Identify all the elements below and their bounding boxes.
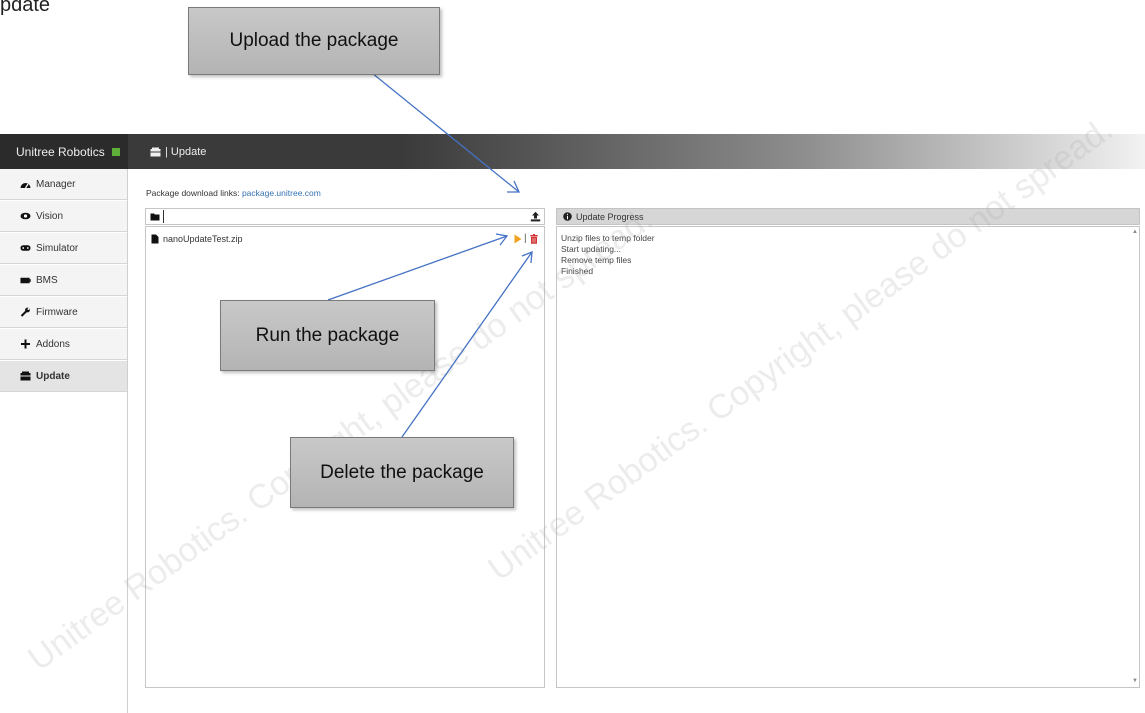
sidebar-item-vision[interactable]: Vision (0, 201, 127, 232)
list-item[interactable]: nanoUpdateTest.zip (151, 234, 243, 244)
file-name: nanoUpdateTest.zip (163, 234, 243, 244)
trash-icon[interactable] (530, 234, 538, 244)
sidebar-item-update[interactable]: Update (0, 361, 127, 392)
sidebar-item-label: Simulator (36, 242, 79, 254)
callout-upload: Upload the package (188, 7, 440, 75)
page-heading-fragment: pdate (0, 0, 51, 16)
update-log: Unzip files to temp folder Start updatin… (561, 233, 655, 277)
log-line: Remove temp files (561, 255, 632, 265)
sidebar-item-simulator[interactable]: Simulator (0, 233, 127, 264)
sidebar-item-label: Firmware (36, 306, 78, 318)
callout-run: Run the package (220, 300, 435, 371)
page-title-text: | Update (165, 145, 207, 158)
sidebar-item-manager[interactable]: Manager (0, 169, 127, 200)
folder-icon (150, 213, 160, 221)
eye-icon (20, 212, 31, 220)
gamepad-icon (20, 245, 31, 251)
sidebar: Manager Vision Simulator BMS Firmware Ad… (0, 169, 128, 713)
update-progress-title: Update Progress (576, 211, 644, 222)
file-icon (151, 234, 159, 244)
wrench-icon (20, 307, 30, 317)
battery-icon (20, 277, 31, 283)
log-line: Finished (561, 266, 594, 276)
sidebar-item-label: Update (36, 370, 70, 382)
update-progress-header: Update Progress (556, 208, 1140, 225)
upload-arrowhead (507, 180, 521, 193)
path-bar (145, 208, 545, 225)
sidebar-item-firmware[interactable]: Firmware (0, 297, 127, 328)
update-progress-panel (556, 226, 1140, 688)
dashboard-icon (20, 182, 31, 188)
package-icon (20, 371, 31, 381)
sidebar-item-label: Vision (36, 210, 64, 222)
sidebar-item-label: Addons (36, 338, 70, 350)
status-dot (112, 148, 120, 156)
sidebar-item-label: BMS (36, 274, 58, 286)
scroll-up-arrow[interactable]: ▲ (1132, 229, 1138, 235)
download-links: Package download links: package.unitree.… (146, 188, 321, 198)
action-separator: | (524, 233, 527, 244)
callout-delete: Delete the package (290, 437, 514, 508)
download-link[interactable]: package.unitree.com (242, 188, 321, 198)
sidebar-item-bms[interactable]: BMS (0, 265, 127, 296)
sidebar-item-addons[interactable]: Addons (0, 329, 127, 360)
download-label: Package download links: (146, 188, 240, 198)
page-title: | Update (150, 134, 206, 169)
path-cursor (163, 210, 164, 223)
upload-arrow (371, 72, 520, 193)
plus-icon (21, 339, 30, 349)
log-line: Unzip files to temp folder (561, 233, 655, 243)
scroll-down-arrow[interactable]: ▼ (1132, 678, 1138, 684)
package-icon (150, 147, 161, 156)
sidebar-item-label: Manager (36, 178, 76, 190)
brand-title: Unitree Robotics (0, 134, 128, 169)
upload-icon[interactable] (530, 211, 541, 222)
info-icon (563, 212, 572, 221)
log-line: Start updating... (561, 244, 622, 254)
run-icon[interactable] (514, 234, 522, 244)
